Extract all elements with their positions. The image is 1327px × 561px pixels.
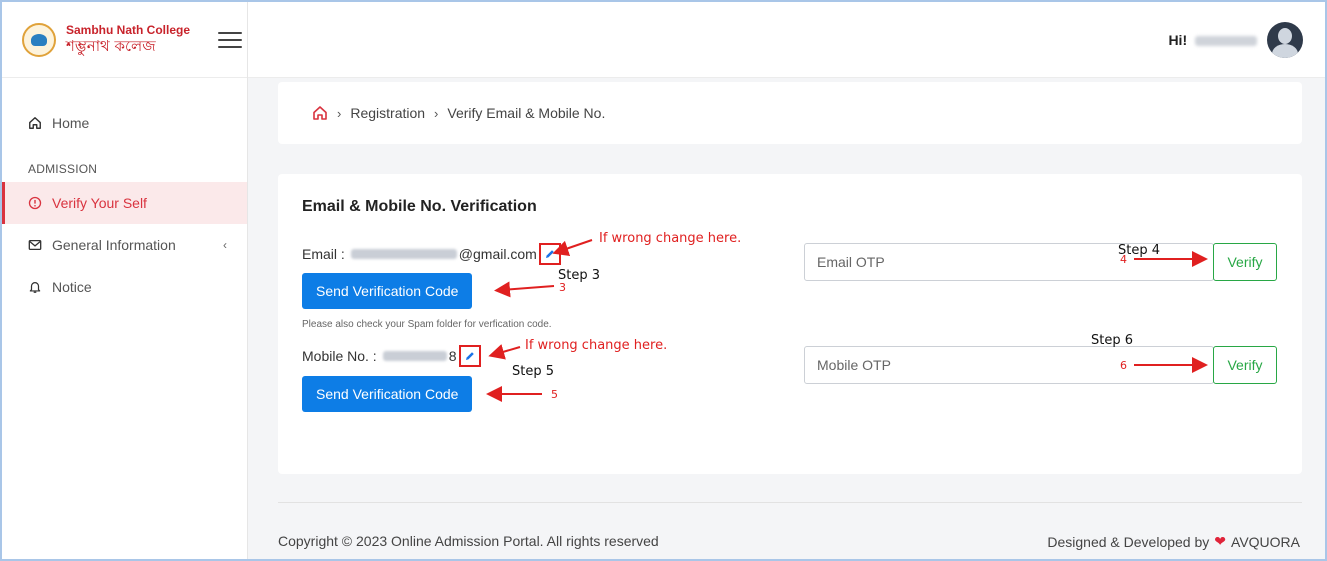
- heart-icon: ❤: [1214, 533, 1227, 549]
- annotation-num6: 6: [1120, 359, 1127, 372]
- designed-by-text: Designed & Developed by: [1047, 533, 1210, 550]
- annotation-edit-email: If wrong change here.: [599, 231, 742, 246]
- annotation-step5: Step 5: [512, 364, 555, 379]
- annotation-num3: 3: [559, 281, 566, 294]
- annotation-num5: 5: [551, 388, 558, 401]
- annotation-edit-mobile: If wrong change here.: [525, 338, 668, 353]
- footer-credit: Designed & Developed by ❤ AVQUORA: [1047, 533, 1300, 550]
- company-link[interactable]: AVQUORA: [1231, 534, 1300, 550]
- annotation-arrows: [486, 239, 1208, 402]
- annotation-num4: 4: [1120, 253, 1127, 266]
- footer-copyright: Copyright © 2023 Online Admission Portal…: [278, 533, 659, 549]
- annotation-step6: Step 6: [1091, 333, 1134, 348]
- footer-divider: [278, 502, 1302, 503]
